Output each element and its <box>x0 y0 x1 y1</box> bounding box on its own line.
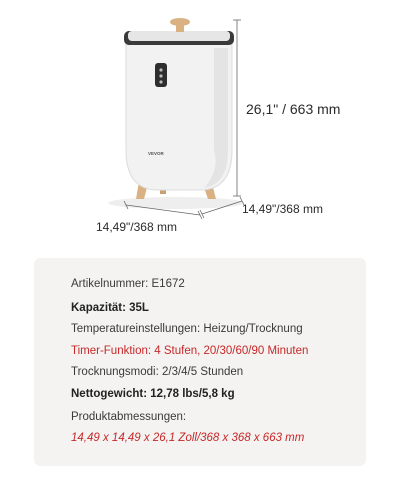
height-dimension-label: 26,1" / 663 mm <box>246 101 341 117</box>
control-dot-top <box>159 68 163 72</box>
towel-warmer-illustration: VEVOR <box>108 18 245 220</box>
width-dimension-label: 14,49"/368 mm <box>96 220 177 234</box>
product-illustration-area: VEVOR 26,1" / 663 mm 14,49"/368 mm 14,49… <box>0 0 400 250</box>
capacity: Kapazität: 35L <box>71 302 149 314</box>
temperature-settings: Temperatureinstellungen: Heizung/Trocknu… <box>71 323 303 335</box>
depth-dimension-label: 14,49"/368 mm <box>242 202 323 216</box>
net-weight: Nettogewicht: 12,78 lbs/5,8 kg <box>71 388 235 400</box>
control-dot-bottom <box>159 80 163 84</box>
article-number: Artikelnummer: E1672 <box>71 278 185 290</box>
control-dot-middle <box>159 74 163 78</box>
product-dimensions-value: 14,49 x 14,49 x 26,1 Zoll/368 x 368 x 66… <box>71 432 305 444</box>
specifications-card: Artikelnummer: E1672 Kapazität: 35L Temp… <box>34 258 366 466</box>
drying-modes: Trocknungsmodi: 2/3/4/5 Stunden <box>71 366 244 378</box>
product-dimensions-label: Produktabmessungen: <box>71 411 187 423</box>
brand-logo: VEVOR <box>148 151 165 156</box>
timer-function: Timer-Funktion: 4 Stufen, 20/30/60/90 Mi… <box>71 345 309 357</box>
knob-icon <box>170 18 190 26</box>
lid-top <box>128 31 230 41</box>
